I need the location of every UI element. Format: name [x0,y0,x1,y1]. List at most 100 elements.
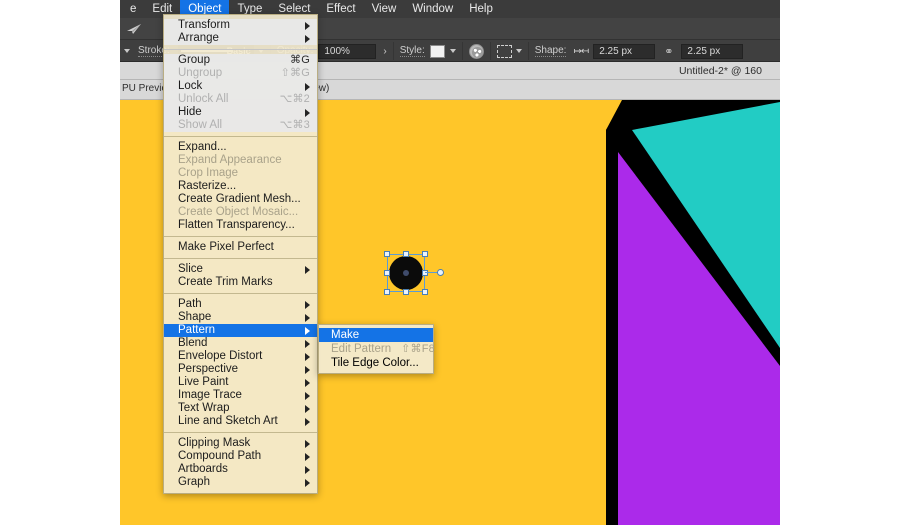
menu-item-line-and-sketch-art[interactable]: Line and Sketch Art [164,415,317,428]
menu-item-create-gradient-mesh[interactable]: Create Gradient Mesh... [164,193,317,206]
shape-height-input[interactable]: 2.25 px [681,43,744,59]
menu-item-label: Clipping Mask [178,437,251,449]
menu-item-show-all: Show All ⌥⌘3 [164,119,317,132]
menu-item-flatten-transparency[interactable]: Flatten Transparency... [164,219,317,232]
menubar-item-effect[interactable]: Effect [318,0,363,18]
menu-item-live-paint[interactable]: Live Paint [164,376,317,389]
submenu-arrow-icon [305,378,310,387]
handle-middle-right[interactable] [422,270,428,276]
handle-bottom-left[interactable] [384,289,390,295]
menu-item-group[interactable]: Group ⌘G [164,54,317,67]
menu-group: Path Shape Pattern Blend Envelope Distort Per… [164,298,317,428]
menu-item-shortcut: ⌘G [290,54,310,66]
menu-group: Make Pixel Perfect [164,241,317,254]
submenu-arrow-icon [305,465,310,474]
menu-separator [164,236,317,237]
opacity-more-icon[interactable]: › [383,46,386,57]
menu-item-compound-path[interactable]: Compound Path [164,450,317,463]
menu-item-label: Tile Edge Color... [331,357,419,369]
menu-item-label: Line and Sketch Art [178,415,278,427]
handle-bottom-right[interactable] [422,289,428,295]
submenu-item-make[interactable]: Make [319,328,433,342]
menu-item-label: Text Wrap [178,402,230,414]
pattern-submenu[interactable]: Make Edit Pattern ⇧⌘F8 Tile Edge Color... [318,324,435,374]
menu-item-label: Shape [178,311,212,323]
menu-item-label: Show All [178,119,223,131]
menu-item-hide[interactable]: Hide [164,106,317,119]
menu-item-transform[interactable]: Transform [164,19,317,32]
submenu-arrow-icon [305,365,310,374]
document-tab-title[interactable]: Untitled-2* @ 160 [679,65,780,77]
style-swatch[interactable] [429,44,445,58]
handle-top-right[interactable] [422,251,428,257]
menu-item-make-pixel-perfect[interactable]: Make Pixel Perfect [164,241,317,254]
menu-group: Expand... Expand Appearance Crop Image Rast… [164,141,317,232]
menu-item-artboards[interactable]: Artboards [164,463,317,476]
handle-bottom-center[interactable] [403,289,409,295]
menubar-item-view[interactable]: View [364,0,405,18]
opacity-input[interactable]: 100% [318,43,377,59]
submenu-arrow-icon [305,34,310,43]
unlink-chain-icon[interactable]: ⚭ [664,45,673,58]
menu-item-label: Group [178,54,210,66]
selected-object[interactable] [383,250,444,296]
style-chevron-down-icon[interactable] [449,49,456,53]
handle-top-left[interactable] [384,251,390,257]
shape-width-input[interactable]: 2.25 px [593,43,656,59]
menu-item-clipping-mask[interactable]: Clipping Mask [164,437,317,450]
menu-separator [164,258,317,259]
divider [392,42,394,60]
menu-separator [164,293,317,294]
submenu-arrow-icon [305,326,310,335]
menu-separator [164,136,317,137]
menu-item-expand[interactable]: Expand... [164,141,317,154]
divider [489,42,491,60]
menu-item-label: Slice [178,263,203,275]
menu-group: Transform Arrange [164,19,317,45]
menu-item-label: Hide [178,106,202,118]
rotation-anchor-point[interactable] [437,269,444,276]
menu-item-shortcut: ⌥⌘3 [279,119,310,131]
menu-item-create-trim-marks[interactable]: Create Trim Marks [164,276,317,289]
selection-bounding-box [387,254,425,292]
handle-middle-left[interactable] [384,270,390,276]
menu-item-arrange[interactable]: Arrange [164,32,317,45]
menu-item-envelope-distort[interactable]: Envelope Distort [164,350,317,363]
menu-item-path[interactable]: Path [164,298,317,311]
submenu-arrow-icon [305,478,310,487]
style-label[interactable]: Style: [399,45,425,57]
menu-item-perspective[interactable]: Perspective [164,363,317,376]
menu-item-graph[interactable]: Graph [164,476,317,489]
menu-item-label: Make Pixel Perfect [178,241,274,253]
transparency-grid-icon[interactable] [468,43,484,59]
menu-item-slice[interactable]: Slice [164,263,317,276]
menu-item-label: Make [331,329,360,341]
menubar-item-help[interactable]: Help [461,0,501,18]
menu-group: Slice Create Trim Marks [164,263,317,289]
menu-item-pattern[interactable]: Pattern [164,324,317,337]
menubar-item-file[interactable]: e [122,0,144,18]
object-menu-dropdown[interactable]: Transform Arrange Group ⌘G Ungroup ⇧⌘G Lock Unl… [163,14,318,494]
submenu-arrow-icon [305,82,310,91]
width-arrows-icon: ↦↤ [573,45,589,57]
menu-item-shape[interactable]: Shape [164,311,317,324]
menu-item-label: Perspective [178,363,239,375]
menu-item-label: Transform [178,19,230,31]
paper-plane-tool-icon[interactable] [124,21,144,37]
select-similar-icon[interactable] [496,44,512,58]
submenu-arrow-icon [305,265,310,274]
menu-item-label: Lock [178,80,203,92]
chevron-down-icon[interactable] [124,49,130,53]
menubar-item-window[interactable]: Window [404,0,461,18]
handle-top-center[interactable] [403,251,409,257]
menu-item-rasterize[interactable]: Rasterize... [164,180,317,193]
submenu-item-tile-edge-color[interactable]: Tile Edge Color... [319,356,433,370]
select-similar-chevron-down-icon[interactable] [515,49,522,53]
shape-label[interactable]: Shape: [534,45,567,57]
menu-item-lock[interactable]: Lock [164,80,317,93]
menu-item-blend[interactable]: Blend [164,337,317,350]
menu-item-image-trace[interactable]: Image Trace [164,389,317,402]
menu-item-text-wrap[interactable]: Text Wrap [164,402,317,415]
submenu-arrow-icon [305,352,310,361]
submenu-arrow-icon [305,300,310,309]
